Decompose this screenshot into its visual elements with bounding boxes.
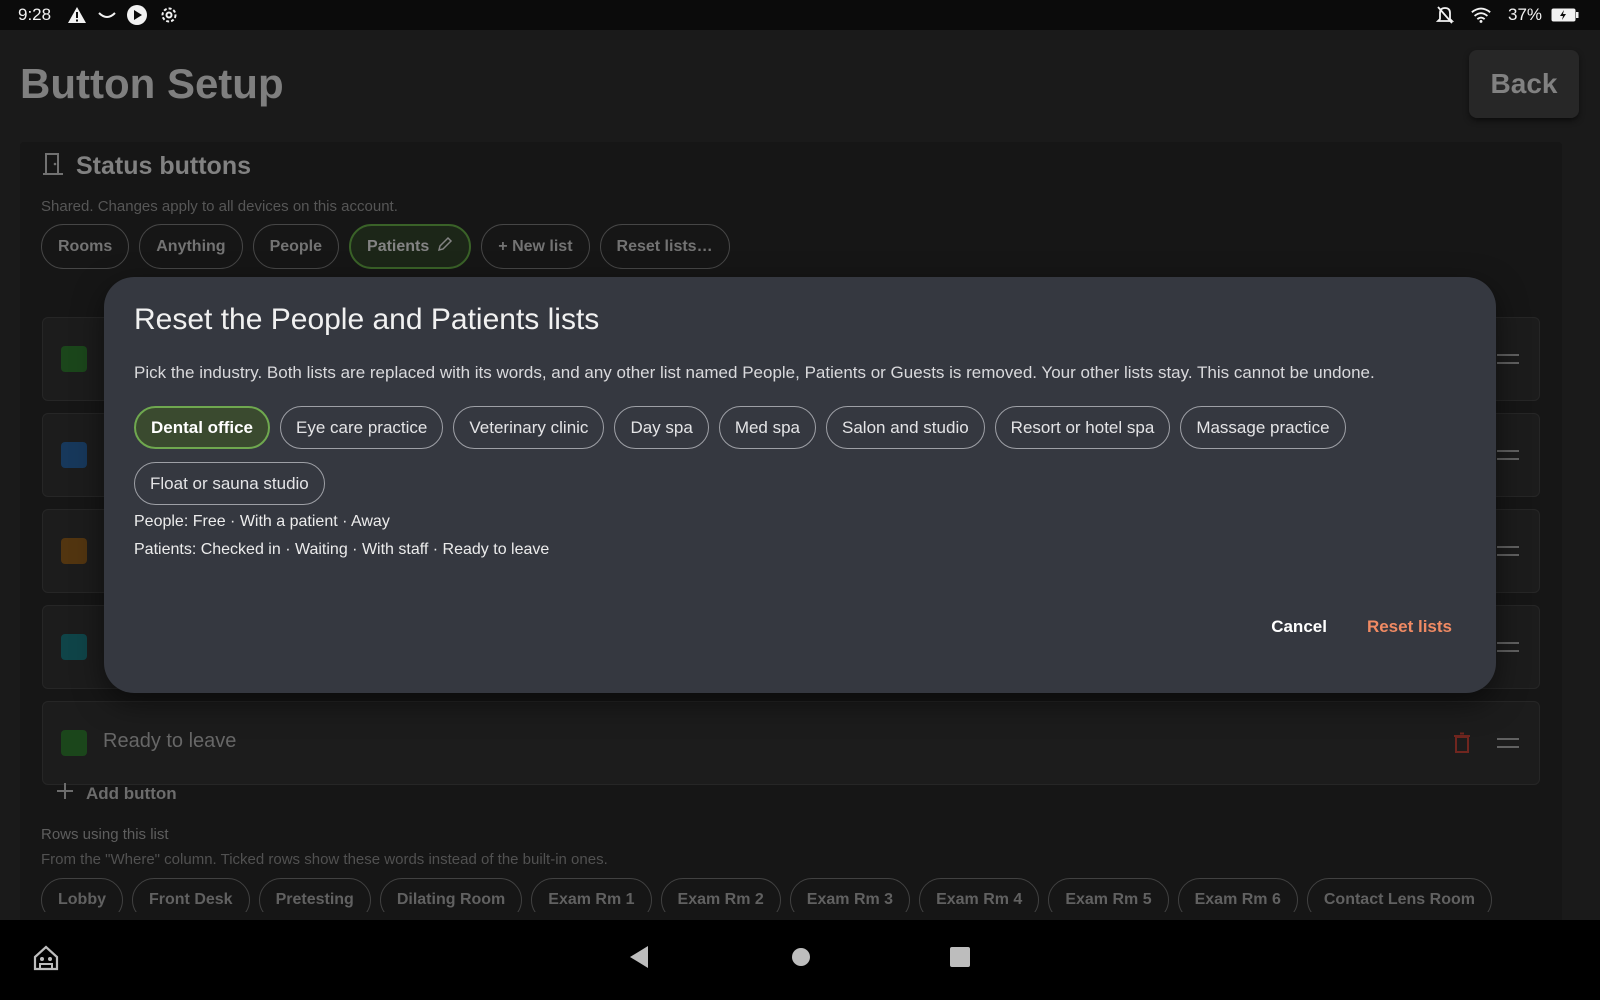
recents-nav-icon[interactable] [949, 946, 971, 973]
notifications-off-icon [1434, 4, 1456, 26]
play-icon [126, 4, 148, 26]
warning-icon [66, 4, 88, 26]
industry-option-veterinary[interactable]: Veterinary clinic [453, 406, 605, 449]
back-nav-icon[interactable] [628, 944, 650, 975]
confirm-reset-button[interactable]: Reset lists [1367, 613, 1452, 641]
battery-level: 37% [1508, 5, 1543, 24]
wifi-icon [1470, 4, 1492, 26]
reset-lists-dialog: Reset the People and Patients lists Pick… [104, 277, 1496, 693]
dialog-actions: Cancel Reset lists [1271, 613, 1452, 641]
system-nav-bar [0, 920, 1600, 1000]
industry-option-float-sauna[interactable]: Float or sauna studio [134, 462, 325, 505]
battery-charging-icon [1550, 4, 1580, 26]
sync-icon [96, 4, 118, 26]
home-launcher-icon[interactable] [32, 944, 60, 977]
industry-option-med-spa[interactable]: Med spa [718, 406, 817, 449]
industry-option-day-spa[interactable]: Day spa [614, 406, 709, 449]
dialog-description: Pick the industry. Both lists are replac… [134, 363, 1375, 382]
patients-preview: Patients: Checked in · Waiting · With st… [134, 541, 550, 558]
dialog-title: Reset the People and Patients lists [134, 303, 600, 336]
people-preview: People: Free · With a patient · Away [134, 513, 390, 530]
industry-options: Dental office Eye care practice Veterina… [134, 406, 1414, 505]
industry-option-eye-care[interactable]: Eye care practice [280, 406, 444, 449]
industry-option-dental-office[interactable]: Dental office [134, 406, 271, 449]
cancel-button[interactable]: Cancel [1271, 613, 1327, 641]
industry-option-massage[interactable]: Massage practice [1180, 406, 1346, 449]
industry-option-resort-spa[interactable]: Resort or hotel spa [994, 406, 1171, 449]
industry-option-salon[interactable]: Salon and studio [826, 406, 985, 449]
status-bar: 9:28 37% [0, 0, 1600, 30]
status-time: 9:28 [18, 5, 52, 24]
home-nav-icon[interactable] [790, 946, 812, 973]
settings-icon [158, 4, 180, 26]
